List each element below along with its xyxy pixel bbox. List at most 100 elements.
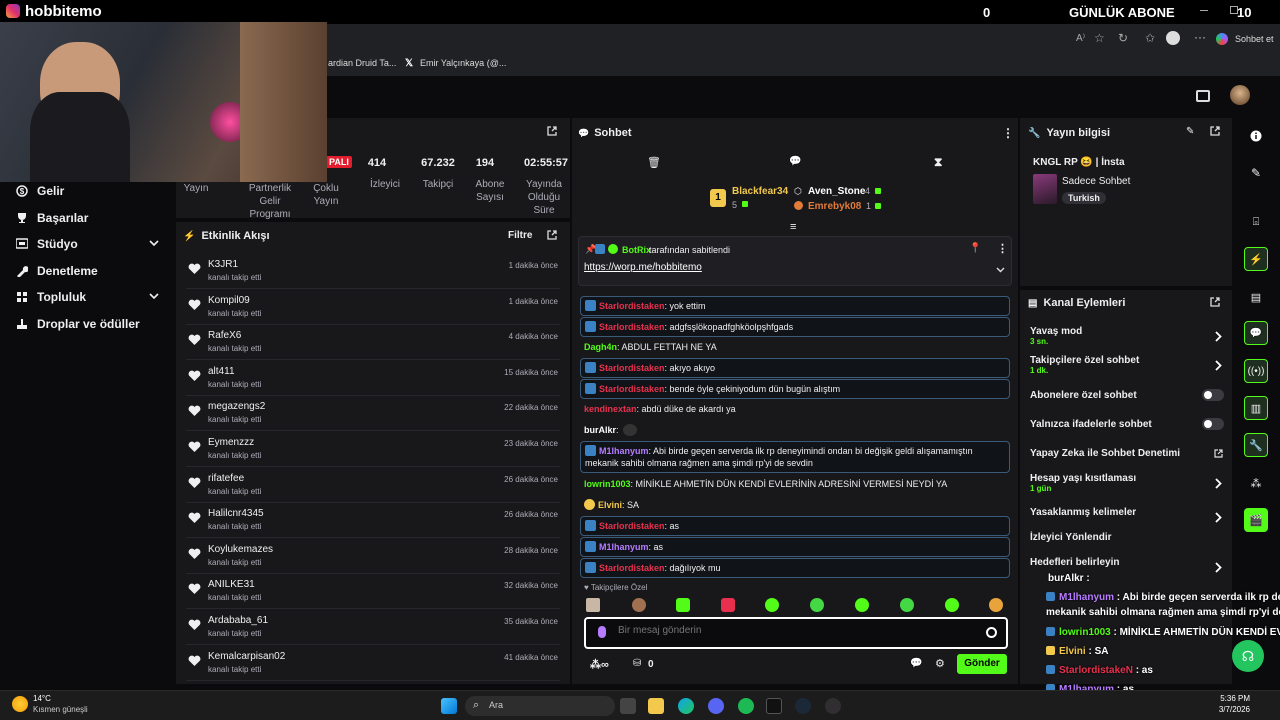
chat-username[interactable]: Starlordistaken xyxy=(599,301,665,311)
bookmark-2[interactable]: Emir Yalçınkaya (@... xyxy=(420,58,506,68)
channel-action-item[interactable]: Abonelere özel sohbet xyxy=(1030,390,1226,401)
channel-action-item[interactable]: Takipçilere özel sohbet 1 dk. xyxy=(1030,355,1226,375)
chat-username[interactable]: Starlordistaken xyxy=(599,363,665,373)
send-button[interactable]: Gönder xyxy=(957,654,1007,674)
channel-action-item[interactable]: Hedefleri belirleyin xyxy=(1030,557,1226,568)
channel-action-item[interactable]: Yasaklanmış kelimeler xyxy=(1030,507,1226,518)
document-icon[interactable]: ▤ xyxy=(1244,285,1268,309)
chat-username[interactable]: M1lhanyum xyxy=(599,542,649,552)
channel-action-item[interactable]: Yapay Zeka ile Sohbet Denetimi xyxy=(1030,448,1226,459)
edit-icon[interactable]: ✎ xyxy=(1186,126,1194,137)
chat-username[interactable]: Starlordistaken xyxy=(599,563,665,573)
emote-icon[interactable] xyxy=(586,598,600,612)
taskbar-search[interactable]: ⌕ Ara xyxy=(465,696,615,716)
task-view-icon[interactable] xyxy=(620,698,636,714)
pinned-link[interactable]: https://worp.me/hobbitemo xyxy=(584,262,702,273)
file-explorer-icon[interactable] xyxy=(648,698,664,714)
emote-icon[interactable] xyxy=(721,598,735,612)
clock-time[interactable]: 5:36 PM xyxy=(1210,694,1250,703)
channel-action-item[interactable]: Yavaş mod 3 sn. xyxy=(1030,326,1226,346)
spotify-icon[interactable] xyxy=(738,698,754,714)
feed-item[interactable]: Koylukemazes kanalı takip etti 28 dakika ö… xyxy=(186,540,560,574)
chevron-right-icon[interactable] xyxy=(1214,360,1222,371)
screenshot-icon[interactable]: ⌻ xyxy=(1244,210,1268,234)
emote-icon[interactable] xyxy=(632,598,646,612)
chat-username[interactable]: Elvini xyxy=(598,500,622,510)
chat-input[interactable] xyxy=(618,625,968,636)
emote-icon[interactable] xyxy=(855,598,869,612)
emoji-icon[interactable] xyxy=(986,627,997,638)
feed-item[interactable]: megazengs2 kanalı takip etti 22 dakika önc… xyxy=(186,397,560,432)
minimize-icon[interactable] xyxy=(1200,10,1208,11)
feed-filter-button[interactable]: Filtre xyxy=(508,230,532,241)
stat-label-yayin[interactable]: Yayın xyxy=(176,182,216,195)
feed-item[interactable]: Kemalcarpisan02 kanalı takip etti 41 dakik… xyxy=(186,647,560,681)
feed-item[interactable]: ANILKE31 kanalı takip etti 32 dakika önce xyxy=(186,575,560,610)
feed-user[interactable]: megazengs2 xyxy=(208,401,265,412)
emote-icon[interactable] xyxy=(989,598,1003,612)
feed-user[interactable]: Kompil09 xyxy=(208,295,250,306)
terminal-icon[interactable] xyxy=(766,698,782,714)
hourglass-icon[interactable]: ⧗ xyxy=(934,155,942,170)
popout-icon[interactable] xyxy=(1210,297,1220,307)
chevron-right-icon[interactable] xyxy=(1214,478,1222,489)
emote-icon[interactable] xyxy=(810,598,824,612)
treasure-icon[interactable]: ⛁ xyxy=(633,658,641,669)
community-icon[interactable]: ⁂ xyxy=(1244,471,1268,495)
feed-user[interactable]: rifatefee xyxy=(208,473,244,484)
feed-user[interactable]: alt411 xyxy=(208,366,235,377)
leader-name-1[interactable]: Blackfear34 xyxy=(732,186,788,197)
gear-icon[interactable]: ⚙ xyxy=(935,657,945,670)
nav-item-droplar[interactable]: Droplar ve ödüller xyxy=(16,314,140,334)
edge-icon[interactable] xyxy=(678,698,694,714)
chat-button[interactable]: Sohbet et xyxy=(1235,34,1274,44)
stream-category[interactable]: Sadece Sohbet xyxy=(1062,176,1130,187)
wrench-icon[interactable]: 🔧 xyxy=(1244,433,1268,457)
windows-start-icon[interactable] xyxy=(441,698,457,714)
weather-temp[interactable]: 14°C xyxy=(33,694,51,703)
broadcast-icon[interactable]: ((•)) xyxy=(1244,359,1268,383)
pinned-more-icon[interactable]: ⋮ xyxy=(997,242,1008,255)
favorites-icon[interactable]: ✩ xyxy=(1145,31,1155,45)
feed-item[interactable]: RafeX6 kanalı takip etti 4 dakika önce xyxy=(186,326,560,361)
chevron-right-icon[interactable] xyxy=(1214,512,1222,523)
chat-username[interactable]: kendinextan xyxy=(584,404,637,414)
channel-action-item[interactable]: İzleyici Yönlendir xyxy=(1030,532,1226,543)
copilot-icon[interactable] xyxy=(1216,33,1228,45)
emote-icon[interactable] xyxy=(765,598,779,612)
channel-action-item[interactable]: Hesap yaşı kısıtlaması 1 gün xyxy=(1030,473,1226,493)
trash-icon[interactable]: 🗑 xyxy=(647,156,661,169)
favorite-star-icon[interactable]: ☆ xyxy=(1094,31,1105,45)
obs-icon[interactable] xyxy=(825,698,841,714)
chat-mode-icon[interactable]: 💬 xyxy=(789,156,801,167)
info-icon[interactable] xyxy=(1244,124,1268,148)
profile-icon[interactable] xyxy=(1166,31,1180,45)
feed-item[interactable]: Kompil09 kanalı takip etti 1 dakika önce xyxy=(186,291,560,325)
nav-item-topluluk[interactable]: Topluluk xyxy=(16,287,166,307)
read-aloud-icon[interactable]: A⁾ xyxy=(1076,33,1085,44)
chat-username[interactable]: lowrin1003 xyxy=(584,479,631,489)
feed-user[interactable]: Ardababa_61 xyxy=(208,615,268,626)
chat-username[interactable]: Starlordistaken xyxy=(599,322,665,332)
refresh-icon[interactable]: ↻ xyxy=(1118,31,1128,45)
studio-mode-icon[interactable] xyxy=(1196,90,1210,102)
chat-username[interactable]: Dagh4n xyxy=(584,342,617,352)
leader-name-2[interactable]: Aven_Stone xyxy=(808,186,865,197)
chat-input-box[interactable] xyxy=(584,617,1008,649)
emote-icon[interactable] xyxy=(945,598,959,612)
feed-user[interactable]: ANILKE31 xyxy=(208,579,255,590)
maximize-icon[interactable] xyxy=(1230,6,1238,14)
chevron-down-icon[interactable] xyxy=(149,291,159,301)
discord-icon[interactable] xyxy=(708,698,724,714)
support-icon[interactable]: ☊ xyxy=(1232,640,1264,672)
nav-item-basarilar[interactable]: Başarılar xyxy=(16,208,88,228)
pinned-by-user[interactable]: BotRix xyxy=(622,245,651,255)
chevron-right-icon[interactable] xyxy=(1214,562,1222,573)
chevron-down-icon[interactable] xyxy=(996,265,1005,274)
user-avatar[interactable] xyxy=(1230,85,1250,105)
stream-tag[interactable]: Turkish xyxy=(1062,192,1106,204)
feed-item[interactable]: rifatefee kanalı takip etti 26 dakika önce xyxy=(186,469,560,503)
chat-username[interactable]: Starlordistaken xyxy=(599,521,665,531)
chevron-right-icon[interactable] xyxy=(1214,331,1222,342)
chevron-down-icon[interactable] xyxy=(149,238,159,248)
